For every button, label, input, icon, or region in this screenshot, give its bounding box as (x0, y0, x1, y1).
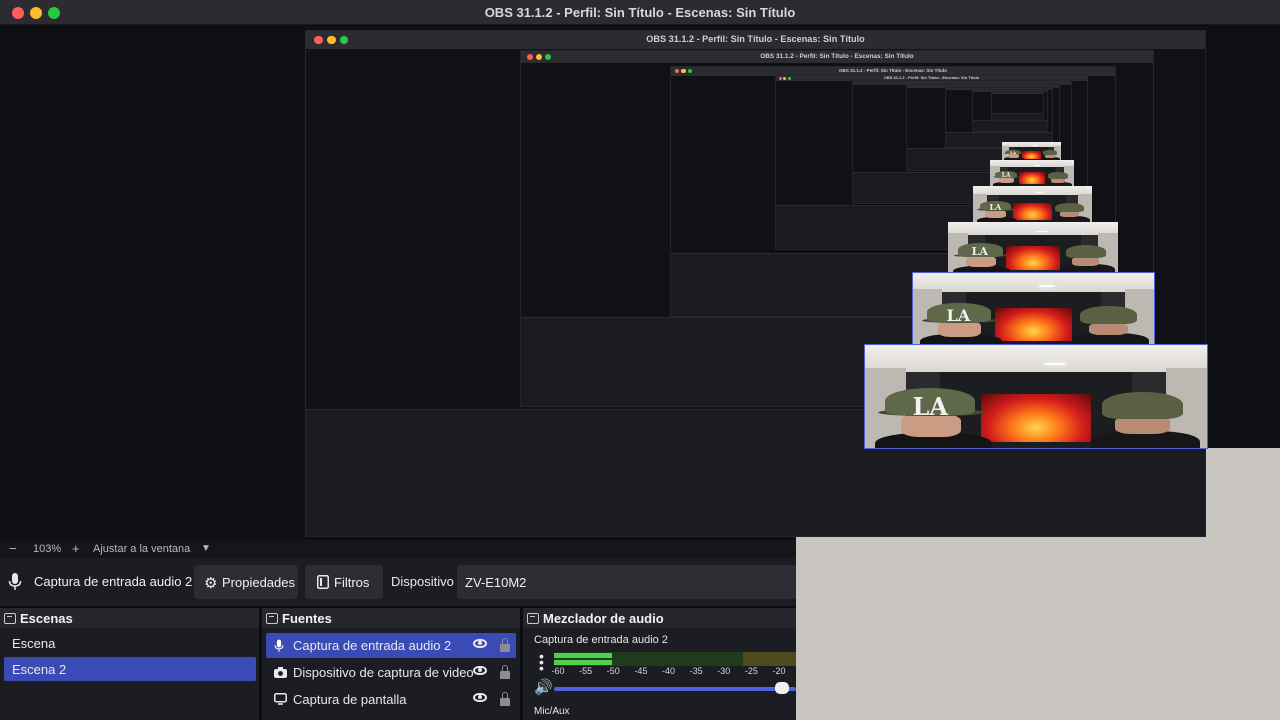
filters-button[interactable]: Filtros (305, 565, 383, 599)
volume-slider-handle[interactable] (774, 682, 789, 694)
source-context-bar: Captura de entrada audio 2 ⚙ Propiedades… (0, 558, 796, 606)
meter-tick-label: -25 (744, 666, 758, 676)
zoom-bar: − 103% + Ajustar a la ventana ▼ (0, 540, 796, 558)
properties-button-label: Propiedades (222, 575, 295, 590)
microphone-icon (274, 639, 284, 652)
source-item-screen-capture[interactable]: Captura de pantalla (266, 687, 516, 712)
zoom-out-button[interactable]: − (9, 541, 17, 556)
meter-right-channel (554, 660, 613, 665)
monitor-icon (274, 693, 287, 705)
scenes-dock: Escenas Escena Escena 2 (0, 608, 259, 720)
sources-dock: Fuentes Captura de entrada audio 2 Dispo… (262, 608, 520, 720)
audio-mixer-dock-header[interactable]: Mezclador de audio (523, 608, 796, 628)
scenes-dock-header[interactable]: Escenas (0, 608, 259, 628)
preview-mirror-frame (991, 91, 1044, 121)
scene-item-label: Escena (12, 636, 56, 651)
preview-canvas[interactable]: OBS 31.1.2 - Perfil: Sin Título - Escena… (0, 26, 1280, 540)
device-select[interactable]: ZV-E10M2 (457, 565, 796, 599)
title-bar: OBS 31.1.2 - Perfil: Sin Título - Escena… (0, 0, 1280, 25)
dock-window-icon (527, 613, 539, 624)
source-item-label: Captura de pantalla (293, 692, 407, 707)
filters-button-label: Filtros (334, 575, 370, 590)
meter-tick-label: -30 (717, 666, 731, 676)
audio-level-meter (554, 652, 796, 666)
gear-icon: ⚙ (204, 575, 218, 592)
scene-item[interactable]: Escena (4, 631, 256, 655)
meter-tick-label: -35 (689, 666, 703, 676)
microphone-icon (8, 573, 22, 590)
scene-item-selected[interactable]: Escena 2 (4, 657, 256, 681)
fit-to-window-select[interactable]: Ajustar a la ventana (93, 543, 190, 555)
zoom-level: 103% (33, 543, 62, 555)
preview-camera-thumbnail: LA (1002, 142, 1061, 160)
sources-dock-header[interactable]: Fuentes (262, 608, 520, 628)
sources-dock-title: Fuentes (282, 611, 332, 626)
mirror-dock-panel (992, 112, 1043, 120)
mixer-bus-label: Mic/Aux (534, 706, 570, 717)
mirror-dock-panel (973, 120, 1047, 131)
source-item-label: Dispositivo de captura de video (293, 665, 474, 680)
device-label: Dispositivo (391, 574, 454, 589)
window-title: OBS 31.1.2 - Perfil: Sin Título - Escena… (484, 5, 796, 20)
lock-icon[interactable] (500, 638, 510, 652)
dock-window-icon (266, 613, 278, 624)
visibility-eye-icon[interactable] (473, 693, 487, 702)
preview-camera-thumbnail: LA (990, 160, 1074, 186)
meter-tick-label: -20 (772, 666, 786, 676)
properties-button[interactable]: ⚙ Propiedades (194, 565, 298, 599)
audio-mixer-dock: Mezclador de audio Captura de entrada au… (523, 608, 796, 720)
meter-tick-label: -60 (551, 666, 565, 676)
selected-source-name: Captura de entrada audio 2 (34, 574, 193, 589)
mirror-title-text: OBS 31.1.2 - Perfil: Sin Título - Escena… (646, 34, 865, 45)
lock-icon[interactable] (500, 692, 510, 706)
audio-mixer-dock-title: Mezclador de audio (543, 611, 664, 626)
meter-tick-label: -45 (634, 666, 648, 676)
preview-camera-thumbnail: LA (864, 344, 1208, 449)
chevron-down-icon[interactable]: ▼ (201, 543, 211, 554)
meter-left-channel (554, 653, 613, 658)
visibility-eye-icon[interactable] (473, 639, 487, 648)
channel-menu-icon[interactable]: • • • (539, 649, 544, 675)
obs-window: OBS 31.1.2 - Perfil: Sin Título - Escena… (0, 0, 1280, 720)
meter-scale: -60 -55 -50 -45 -40 -35 -30 -25 -20 (551, 666, 796, 678)
source-item-audio-input[interactable]: Captura de entrada audio 2 (266, 633, 516, 658)
preview-camera-thumbnail: LA (973, 186, 1092, 222)
filter-icon (317, 575, 329, 589)
meter-warning-zone (742, 652, 796, 666)
mirror-title-bar (992, 92, 1043, 94)
mixer-channel-name: Captura de entrada audio 2 (534, 634, 668, 646)
source-item-video-capture[interactable]: Dispositivo de captura de video (266, 660, 516, 685)
preview-camera-thumbnail: LA (948, 222, 1118, 273)
scene-item-label: Escena 2 (12, 662, 67, 677)
preview-camera-thumbnail: LA (912, 272, 1155, 346)
speaker-icon[interactable]: 🔊 (534, 678, 553, 696)
zoom-in-button[interactable]: + (72, 541, 80, 556)
dock-window-icon (4, 613, 16, 624)
volume-slider[interactable] (554, 687, 796, 691)
meter-tick-label: -50 (606, 666, 620, 676)
source-item-label: Captura de entrada audio 2 (293, 638, 452, 653)
mirror-title-text: OBS 31.1.2 - Perfil: Sin Título - Escena… (839, 68, 947, 74)
scenes-dock-title: Escenas (20, 611, 73, 626)
lock-icon[interactable] (500, 665, 510, 679)
meter-tick-label: -55 (579, 666, 593, 676)
mirror-title-bar: OBS 31.1.2 - Perfil: Sin Título - Escena… (306, 31, 1205, 49)
mirror-title-text: OBS 31.1.2 - Perfil: Sin Título - Escena… (760, 52, 914, 60)
visibility-eye-icon[interactable] (473, 666, 487, 675)
meter-tick-label: -40 (661, 666, 676, 676)
mirror-title-bar: OBS 31.1.2 - Perfil: Sin Título - Escena… (521, 51, 1153, 64)
device-select-value: ZV-E10M2 (465, 575, 527, 590)
camera-icon (274, 667, 287, 678)
